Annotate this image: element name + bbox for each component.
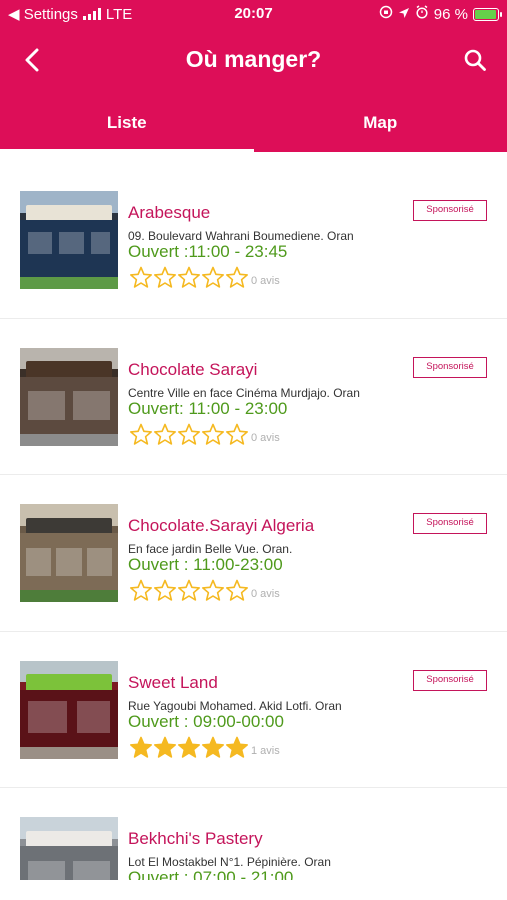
search-icon [464,49,486,71]
sponsored-badge: Sponsorisé [413,356,487,378]
restaurant-hours: Ouvert : 09:00-00:00 [128,711,284,731]
star-icon [226,266,248,288]
star-icon [202,736,224,758]
star-icon [226,423,248,445]
review-count: 0 avis [251,431,280,444]
star-icon [202,266,224,288]
status-bar: ◀ Settings LTE 20:07 96 % [0,0,507,28]
restaurant-name[interactable]: Arabesque [128,203,210,223]
star-icon [178,423,200,445]
rotation-lock-icon [379,5,393,23]
nav-bar: Où manger? [0,36,507,86]
restaurant-photo [20,817,118,880]
restaurant-photo [20,504,118,602]
sponsored-badge: Sponsorisé [413,513,487,534]
star-rating: 0 avis [129,579,280,601]
restaurant-address: En face jardin Belle Vue. Oran. [128,542,293,556]
restaurant-hours: Ouvert :11:00 - 23:45 [128,242,288,261]
star-icon [130,736,152,758]
star-icon [178,736,200,758]
sponsored-badge: Sponsorisé [413,669,487,691]
star-icon [130,579,152,601]
star-icon [130,423,152,445]
restaurant-photo [20,660,118,759]
star-icon [178,579,200,601]
list-item[interactable]: Chocolate Sarayi Centre Ville en face Ci… [0,319,507,475]
page-title: Où manger? [185,46,322,72]
review-count: 1 avis [251,744,280,757]
restaurant-hours: Ouvert : 11:00-23:00 [128,555,283,574]
restaurant-hours: Ouvert: 11:00 - 23:00 [128,398,288,418]
sponsored-badge: Sponsorisé [413,200,487,221]
tab-bar: Liste Map [0,100,507,152]
star-icon [226,736,248,758]
star-icon [154,266,176,288]
restaurant-list: Arabesque 09. Boulevard Wahrani Boumedie… [0,162,507,880]
restaurant-address: 09. Boulevard Wahrani Boumediene. Oran [128,229,354,243]
bottom-edge [0,880,507,900]
restaurant-address: Rue Yagoubi Mohamed. Akid Lotfi. Oran [128,698,342,713]
tab-liste[interactable]: Liste [0,100,254,152]
alarm-icon [415,5,429,23]
search-button[interactable] [457,42,493,78]
star-icon [130,266,152,288]
list-item[interactable]: Sweet Land Rue Yagoubi Mohamed. Akid Lot… [0,632,507,788]
location-icon [398,6,410,23]
restaurant-name[interactable]: Bekhchi's Pastery [128,829,263,849]
list-item[interactable]: Chocolate.Sarayi Algeria En face jardin … [0,475,507,632]
status-right: 96 % [379,5,502,23]
list-item[interactable]: Arabesque 09. Boulevard Wahrani Boumedie… [0,162,507,319]
restaurant-name[interactable]: Chocolate Sarayi [128,360,257,380]
battery-percent: 96 % [433,5,468,23]
restaurant-name[interactable]: Chocolate.Sarayi Algeria [128,516,314,536]
restaurant-address: Lot El Mostakbel N°1. Pépinière. Oran [128,855,331,869]
list-item[interactable]: Bekhchi's Pastery Lot El Mostakbel N°1. … [0,788,507,880]
review-count: 0 avis [251,588,280,600]
star-icon [178,266,200,288]
star-icon [154,736,176,758]
star-rating: 1 avis [129,736,280,758]
review-count: 0 avis [251,275,280,287]
restaurant-name[interactable]: Sweet Land [128,673,218,693]
star-rating: 0 avis [129,266,280,288]
star-icon [226,579,248,601]
restaurant-photo [20,347,118,446]
battery-icon [473,7,502,21]
star-icon [202,423,224,445]
star-icon [154,423,176,445]
star-icon [202,579,224,601]
star-icon [154,579,176,601]
tab-map[interactable]: Map [254,100,507,152]
app-header: ◀ Settings LTE 20:07 96 % Où manger? Lis… [0,0,507,152]
star-rating: 0 avis [129,423,280,445]
restaurant-address: Centre Ville en face Cinéma Murdjajo. Or… [128,385,360,400]
restaurant-photo [20,191,118,289]
restaurant-hours: Ouvert : 07:00 - 21:00 [128,868,294,880]
